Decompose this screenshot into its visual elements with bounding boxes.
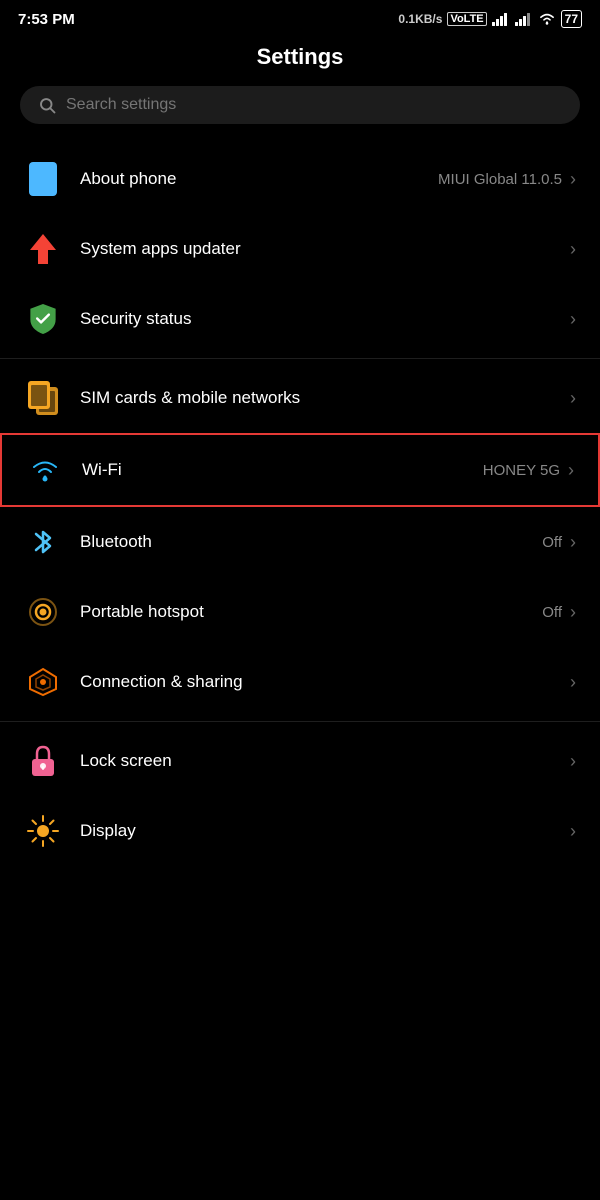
sim-cards-label: SIM cards & mobile networks bbox=[80, 388, 570, 408]
search-icon bbox=[38, 96, 56, 114]
chevron-icon: › bbox=[568, 460, 574, 481]
wifi-status-icon bbox=[538, 12, 556, 26]
display-icon bbox=[24, 812, 62, 850]
wifi-label: Wi-Fi bbox=[82, 460, 483, 480]
divider-1 bbox=[0, 358, 600, 359]
search-input[interactable] bbox=[66, 96, 562, 114]
chevron-icon: › bbox=[570, 602, 576, 623]
wifi-item[interactable]: Wi-Fi HONEY 5G › bbox=[0, 433, 600, 507]
bluetooth-value: Off bbox=[542, 534, 562, 551]
status-icons: 0.1KB/s VoLTE 77 bbox=[398, 10, 582, 28]
lock-screen-label: Lock screen bbox=[80, 751, 570, 771]
security-status-label: Security status bbox=[80, 309, 570, 329]
chevron-icon: › bbox=[570, 532, 576, 553]
connection-sharing-item[interactable]: Connection & sharing › bbox=[0, 647, 600, 717]
hotspot-value: Off bbox=[542, 604, 562, 621]
about-phone-value: MIUI Global 11.0.5 bbox=[438, 171, 562, 188]
shield-icon bbox=[24, 300, 62, 338]
network-speed: 0.1KB/s bbox=[398, 12, 442, 26]
connection-sharing-label: Connection & sharing bbox=[80, 672, 570, 692]
chevron-icon: › bbox=[570, 239, 576, 260]
volte-badge: VoLTE bbox=[447, 12, 486, 26]
wifi-value: HONEY 5G bbox=[483, 462, 560, 479]
wifi-icon bbox=[26, 451, 64, 489]
chevron-icon: › bbox=[570, 309, 576, 330]
battery-indicator: 77 bbox=[561, 10, 582, 28]
hotspot-label: Portable hotspot bbox=[80, 602, 542, 622]
page-title: Settings bbox=[0, 34, 600, 86]
sim-icon bbox=[24, 379, 62, 417]
display-item[interactable]: Display › bbox=[0, 796, 600, 866]
chevron-icon: › bbox=[570, 388, 576, 409]
chevron-icon: › bbox=[570, 751, 576, 772]
chevron-icon: › bbox=[570, 672, 576, 693]
status-time: 7:53 PM bbox=[18, 11, 75, 28]
connection-icon bbox=[24, 663, 62, 701]
about-phone-item[interactable]: About phone MIUI Global 11.0.5 › bbox=[0, 144, 600, 214]
lock-screen-item[interactable]: Lock screen › bbox=[0, 726, 600, 796]
system-apps-item[interactable]: System apps updater › bbox=[0, 214, 600, 284]
bluetooth-icon bbox=[24, 523, 62, 561]
display-label: Display bbox=[80, 821, 570, 841]
signal2-icon bbox=[515, 12, 533, 26]
bluetooth-label: Bluetooth bbox=[80, 532, 542, 552]
hotspot-item[interactable]: Portable hotspot Off › bbox=[0, 577, 600, 647]
system-apps-label: System apps updater bbox=[80, 239, 570, 259]
status-bar: 7:53 PM 0.1KB/s VoLTE 77 bbox=[0, 0, 600, 34]
hotspot-icon bbox=[24, 593, 62, 631]
security-status-item[interactable]: Security status › bbox=[0, 284, 600, 354]
about-phone-label: About phone bbox=[80, 169, 438, 189]
divider-2 bbox=[0, 721, 600, 722]
phone-icon bbox=[24, 160, 62, 198]
lock-icon bbox=[24, 742, 62, 780]
sim-cards-item[interactable]: SIM cards & mobile networks › bbox=[0, 363, 600, 433]
chevron-icon: › bbox=[570, 169, 576, 190]
bluetooth-item[interactable]: Bluetooth Off › bbox=[0, 507, 600, 577]
signal-icon bbox=[492, 12, 510, 26]
chevron-icon: › bbox=[570, 821, 576, 842]
search-bar[interactable] bbox=[20, 86, 580, 124]
update-icon bbox=[24, 230, 62, 268]
